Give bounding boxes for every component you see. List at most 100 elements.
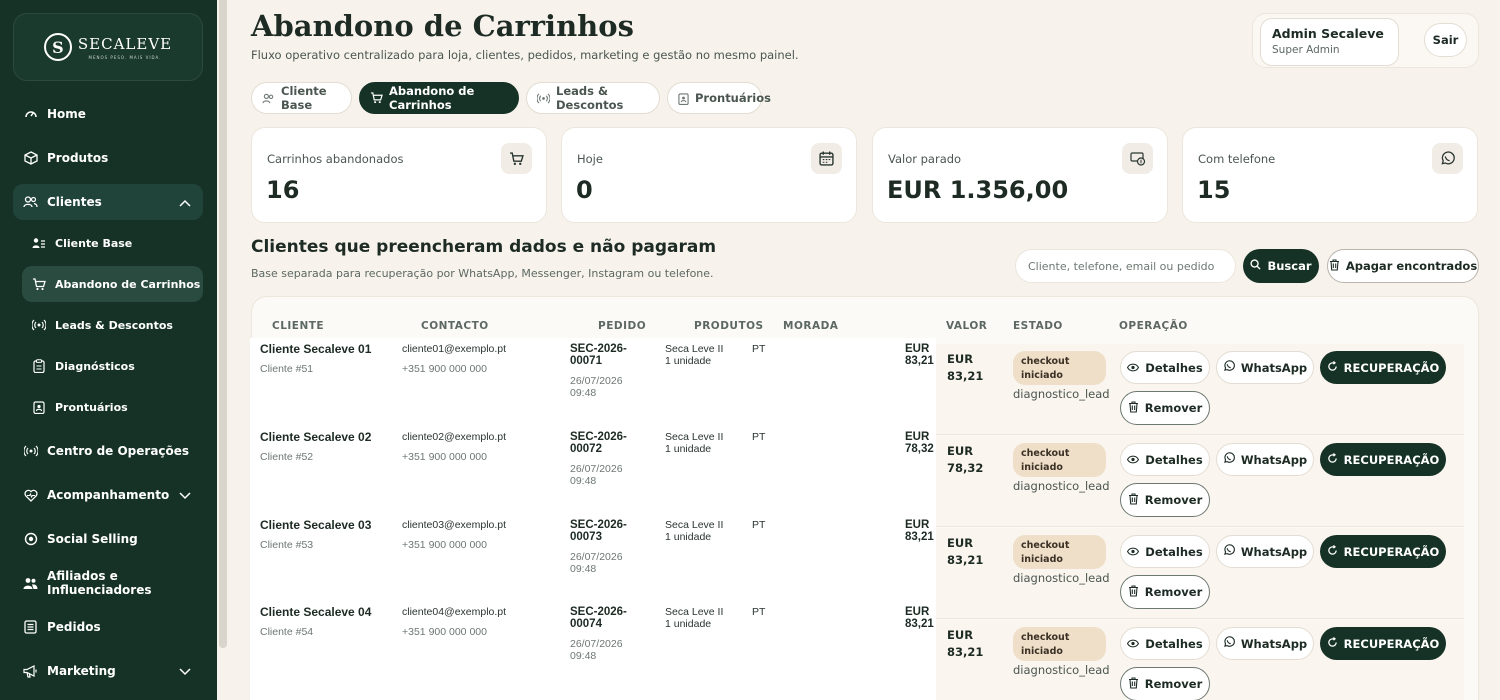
order-number-line: 00072 (570, 443, 602, 455)
whatsapp-button[interactable]: WhatsApp (1216, 351, 1314, 384)
details-button[interactable]: Detalhes (1120, 351, 1210, 384)
column-header-contacto: CONTACTO (421, 320, 489, 332)
whatsapp-button[interactable]: WhatsApp (1216, 535, 1314, 568)
sidebar-item-social-selling[interactable]: Social Selling (13, 521, 203, 557)
details-button[interactable]: Detalhes (1120, 535, 1210, 568)
recovery-button[interactable]: RECUPERAÇÃO (1320, 443, 1446, 476)
lead-source: diagnostico_lead (1013, 663, 1110, 677)
product-info: Seca Leve II 1 unidade (665, 606, 723, 630)
sidebar-subitem-abandono[interactable]: Abandono de Carrinhos (22, 266, 203, 302)
tab-cliente-base[interactable]: Cliente Base (251, 82, 352, 114)
product-info: Seca Leve II 1 unidade (665, 343, 723, 367)
whatsapp-icon (1223, 636, 1235, 651)
address: PT (752, 343, 766, 355)
product-name: Seca Leve II (665, 431, 724, 443)
order-date: 26/07/2026 (570, 638, 623, 650)
sidebar-item-label: Home (47, 107, 86, 121)
whatsapp-icon (1223, 452, 1235, 467)
page-subtitle: Fluxo operativo centralizado para loja, … (251, 48, 799, 62)
status-line: iniciado (1021, 554, 1063, 565)
page-title: Abandono de Carrinhos (251, 9, 634, 43)
sidebar-item-label: Centro de Operações (47, 444, 190, 458)
value-amount: 83,21 (947, 369, 984, 383)
sidebar-item-centro-operacoes[interactable]: Centro de Operações (13, 433, 203, 469)
clipboard-user-icon (32, 400, 46, 414)
clipboard-icon (32, 359, 46, 373)
whatsapp-button[interactable]: WhatsApp (1216, 627, 1314, 660)
tab-prontuarios[interactable]: Prontuários (667, 82, 771, 114)
order-datetime: 26/07/2026 09:48 (570, 375, 623, 399)
remove-button[interactable]: Remover (1120, 575, 1210, 609)
delete-found-button[interactable]: Apagar encontrados (1327, 249, 1479, 283)
details-button[interactable]: Detalhes (1120, 627, 1210, 660)
sidebar-item-afiliados[interactable]: Afiliados e Influenciadores (13, 565, 203, 601)
broadcast-icon (23, 444, 38, 459)
details-button[interactable]: Detalhes (1120, 443, 1210, 476)
search-icon (1250, 259, 1262, 273)
order-time: 09:48 (570, 650, 597, 662)
recovery-button[interactable]: RECUPERAÇÃO (1320, 627, 1446, 660)
whatsapp-label: WhatsApp (1240, 544, 1308, 559)
sidebar-item-marketing[interactable]: Marketing (13, 653, 203, 689)
column-header-operacao: OPERAÇÃO (1119, 320, 1188, 332)
details-label: Detalhes (1145, 636, 1203, 651)
sidebar-subitem-label: Diagnósticos (55, 359, 135, 373)
section-title: Clientes que preencheram dados e não pag… (251, 237, 717, 257)
status-line: iniciado (1021, 646, 1063, 657)
sidebar-item-label: Pedidos (47, 620, 101, 634)
order-datetime: 26/07/2026 09:48 (570, 551, 623, 575)
tab-leads[interactable]: Leads & Descontos (526, 82, 660, 114)
remove-button[interactable]: Remover (1120, 483, 1210, 517)
sidebar-subitem-prontuarios[interactable]: Prontuários (22, 389, 203, 425)
user-role: Super Admin (1272, 44, 1340, 56)
brand-logo[interactable]: S SECALEVE MENOS PESO. MAIS VIDA. (13, 13, 203, 81)
sidebar-item-pedidos[interactable]: Pedidos (13, 609, 203, 645)
value-amount: 83,21 (905, 355, 934, 367)
address: PT (752, 431, 766, 443)
lead-source: diagnostico_lead (1013, 571, 1110, 585)
sidebar-item-label: Clientes (47, 195, 102, 209)
recovery-button[interactable]: RECUPERAÇÃO (1320, 535, 1446, 568)
stat-value: 0 (576, 176, 593, 204)
row-value: EUR 78,32 (947, 443, 983, 477)
sidebar-subitem-cliente-base[interactable]: Cliente Base (22, 225, 203, 261)
sidebar: S SECALEVE MENOS PESO. MAIS VIDA. Home P… (0, 0, 217, 700)
sidebar-item-label: Social Selling (47, 532, 138, 546)
sidebar-item-produtos[interactable]: Produtos (13, 140, 203, 176)
search-button-label: Buscar (1267, 259, 1312, 273)
chevron-down-icon (179, 665, 191, 679)
tab-abandono[interactable]: Abandono de Carrinhos (359, 82, 519, 114)
sidebar-item-home[interactable]: Home (13, 96, 203, 132)
sidebar-item-acompanhamento[interactable]: Acompanhamento (13, 477, 203, 513)
remove-label: Remover (1144, 401, 1203, 415)
stat-label: Carrinhos abandonados (267, 152, 404, 166)
sidebar-item-clientes[interactable]: Clientes (13, 184, 203, 220)
eye-icon (1127, 453, 1140, 467)
sidebar-subitem-diagnosticos[interactable]: Diagnósticos (22, 348, 203, 384)
remove-label: Remover (1144, 585, 1203, 599)
status-badge: checkout iniciado (1013, 351, 1106, 385)
value-currency: EUR (905, 606, 930, 618)
search-button[interactable]: Buscar (1243, 249, 1319, 283)
status-line: iniciado (1021, 462, 1063, 473)
user-card[interactable]: Admin Secaleve Super Admin (1260, 18, 1399, 66)
sidebar-scrollbar[interactable] (219, 0, 227, 648)
trash-icon (1128, 492, 1139, 508)
details-label: Detalhes (1145, 544, 1203, 559)
whatsapp-label: WhatsApp (1240, 360, 1308, 375)
sidebar-subitem-leads[interactable]: Leads & Descontos (22, 307, 203, 343)
logout-button[interactable]: Sair (1424, 23, 1467, 57)
remove-button[interactable]: Remover (1120, 667, 1210, 700)
whatsapp-button[interactable]: WhatsApp (1216, 443, 1314, 476)
recovery-button[interactable]: RECUPERAÇÃO (1320, 351, 1446, 384)
sidebar-subitem-label: Cliente Base (55, 236, 133, 250)
user-name: Admin Secaleve (1272, 26, 1384, 41)
whatsapp-icon (1432, 143, 1463, 174)
client-email: cliente03@exemplo.pt (402, 519, 507, 531)
remove-button[interactable]: Remover (1120, 391, 1210, 425)
value-amount: 83,21 (947, 553, 984, 567)
money-icon (1122, 143, 1153, 174)
search-input[interactable] (1015, 249, 1236, 283)
dashboard-icon (23, 107, 38, 122)
order-number: SEC-2026- 00071 (570, 343, 627, 367)
